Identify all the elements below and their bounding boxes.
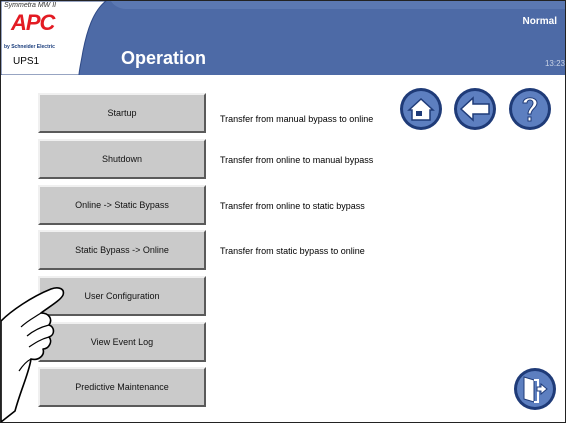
shutdown-button-label: Shutdown (101, 154, 143, 164)
shutdown-description: Transfer from online to manual bypass (220, 155, 374, 165)
ups-display-screen: Symmetra MW II APC by Schneider Electric… (0, 0, 566, 423)
clock: 13:23 (544, 59, 565, 68)
help-button[interactable] (508, 87, 552, 131)
static-bypass-to-online-button[interactable]: Static Bypass -> Online (38, 230, 206, 270)
back-button[interactable] (453, 87, 497, 131)
apc-logo: APC (11, 10, 55, 35)
home-button[interactable] (399, 87, 443, 131)
exit-button[interactable] (513, 367, 557, 411)
shutdown-button[interactable]: Shutdown (38, 139, 206, 179)
product-name: Symmetra MW II (4, 2, 57, 9)
static-bypass-to-online-description: Transfer from static bypass to online (220, 246, 365, 256)
online-to-static-bypass-description: Transfer from online to static bypass (220, 201, 365, 211)
static-bypass-to-online-label: Static Bypass -> Online (75, 245, 169, 255)
startup-button[interactable]: Startup (38, 93, 206, 133)
startup-button-label: Startup (107, 108, 137, 118)
pointing-hand-icon (1, 287, 65, 422)
status-text: Normal (522, 16, 557, 27)
header-bar: Symmetra MW II APC by Schneider Electric… (1, 1, 565, 75)
ups-name: UPS1 (13, 56, 40, 67)
user-configuration-label: User Configuration (84, 291, 160, 301)
logo-byline: by Schneider Electric (4, 44, 55, 50)
view-event-log-label: View Event Log (90, 337, 154, 347)
online-to-static-bypass-label: Online -> Static Bypass (75, 200, 169, 210)
predictive-maintenance-label: Predictive Maintenance (75, 382, 169, 392)
startup-description: Transfer from manual bypass to online (220, 114, 374, 124)
online-to-static-bypass-button[interactable]: Online -> Static Bypass (38, 185, 206, 225)
page-title: Operation (121, 48, 207, 68)
header-background (1, 1, 565, 75)
